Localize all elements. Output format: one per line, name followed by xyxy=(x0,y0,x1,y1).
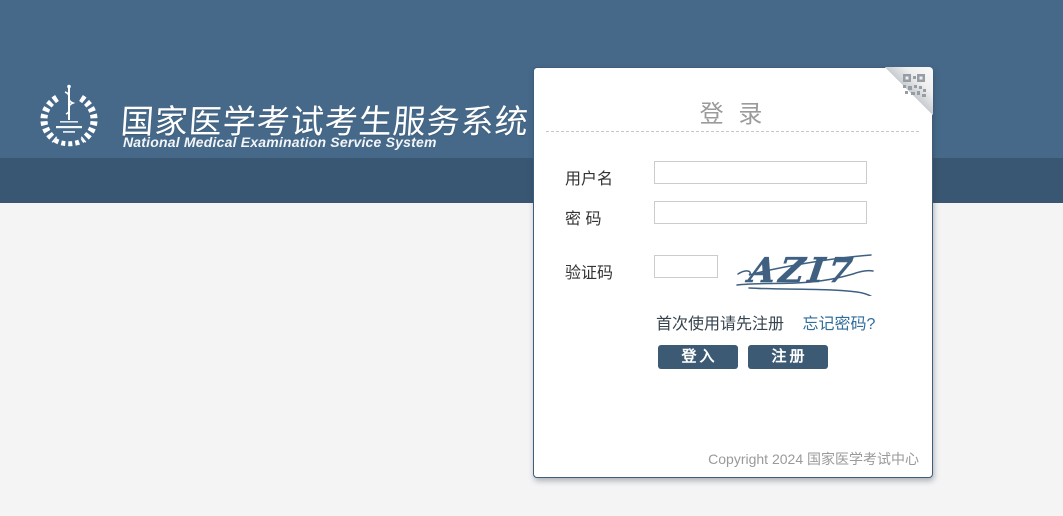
captcha-label: 验证码 xyxy=(565,259,613,283)
password-input[interactable] xyxy=(654,201,867,224)
page: { "header": { "title_cn": "国家医学考试考生服务系统"… xyxy=(0,0,1063,516)
system-title-en: National Medical Examination Service Sys… xyxy=(123,134,437,150)
captcha-text: AZI7 xyxy=(743,251,858,291)
login-card: 登 录 用户名 密 码 验证码 AZI7 首次使用请先注册 忘记密码? 登入 注… xyxy=(533,67,933,478)
divider xyxy=(546,131,919,132)
captcha-image[interactable]: AZI7 xyxy=(735,244,875,296)
login-title: 登 录 xyxy=(534,94,932,129)
forgot-password-link[interactable]: 忘记密码? xyxy=(802,316,875,333)
nmec-logo xyxy=(33,82,105,154)
register-hint-link[interactable]: 首次使用请先注册 xyxy=(656,316,784,333)
captcha-input[interactable] xyxy=(654,255,718,278)
register-button[interactable]: 注册 xyxy=(748,345,828,369)
username-label: 用户名 xyxy=(565,165,613,189)
links-row: 首次使用请先注册 忘记密码? xyxy=(656,310,875,334)
nmec-emblem-icon xyxy=(33,82,105,154)
username-input[interactable] xyxy=(654,161,867,184)
login-button[interactable]: 登入 xyxy=(658,345,738,369)
copyright-text: Copyright 2024 国家医学考试中心 xyxy=(708,449,919,469)
password-label: 密 码 xyxy=(565,205,601,229)
